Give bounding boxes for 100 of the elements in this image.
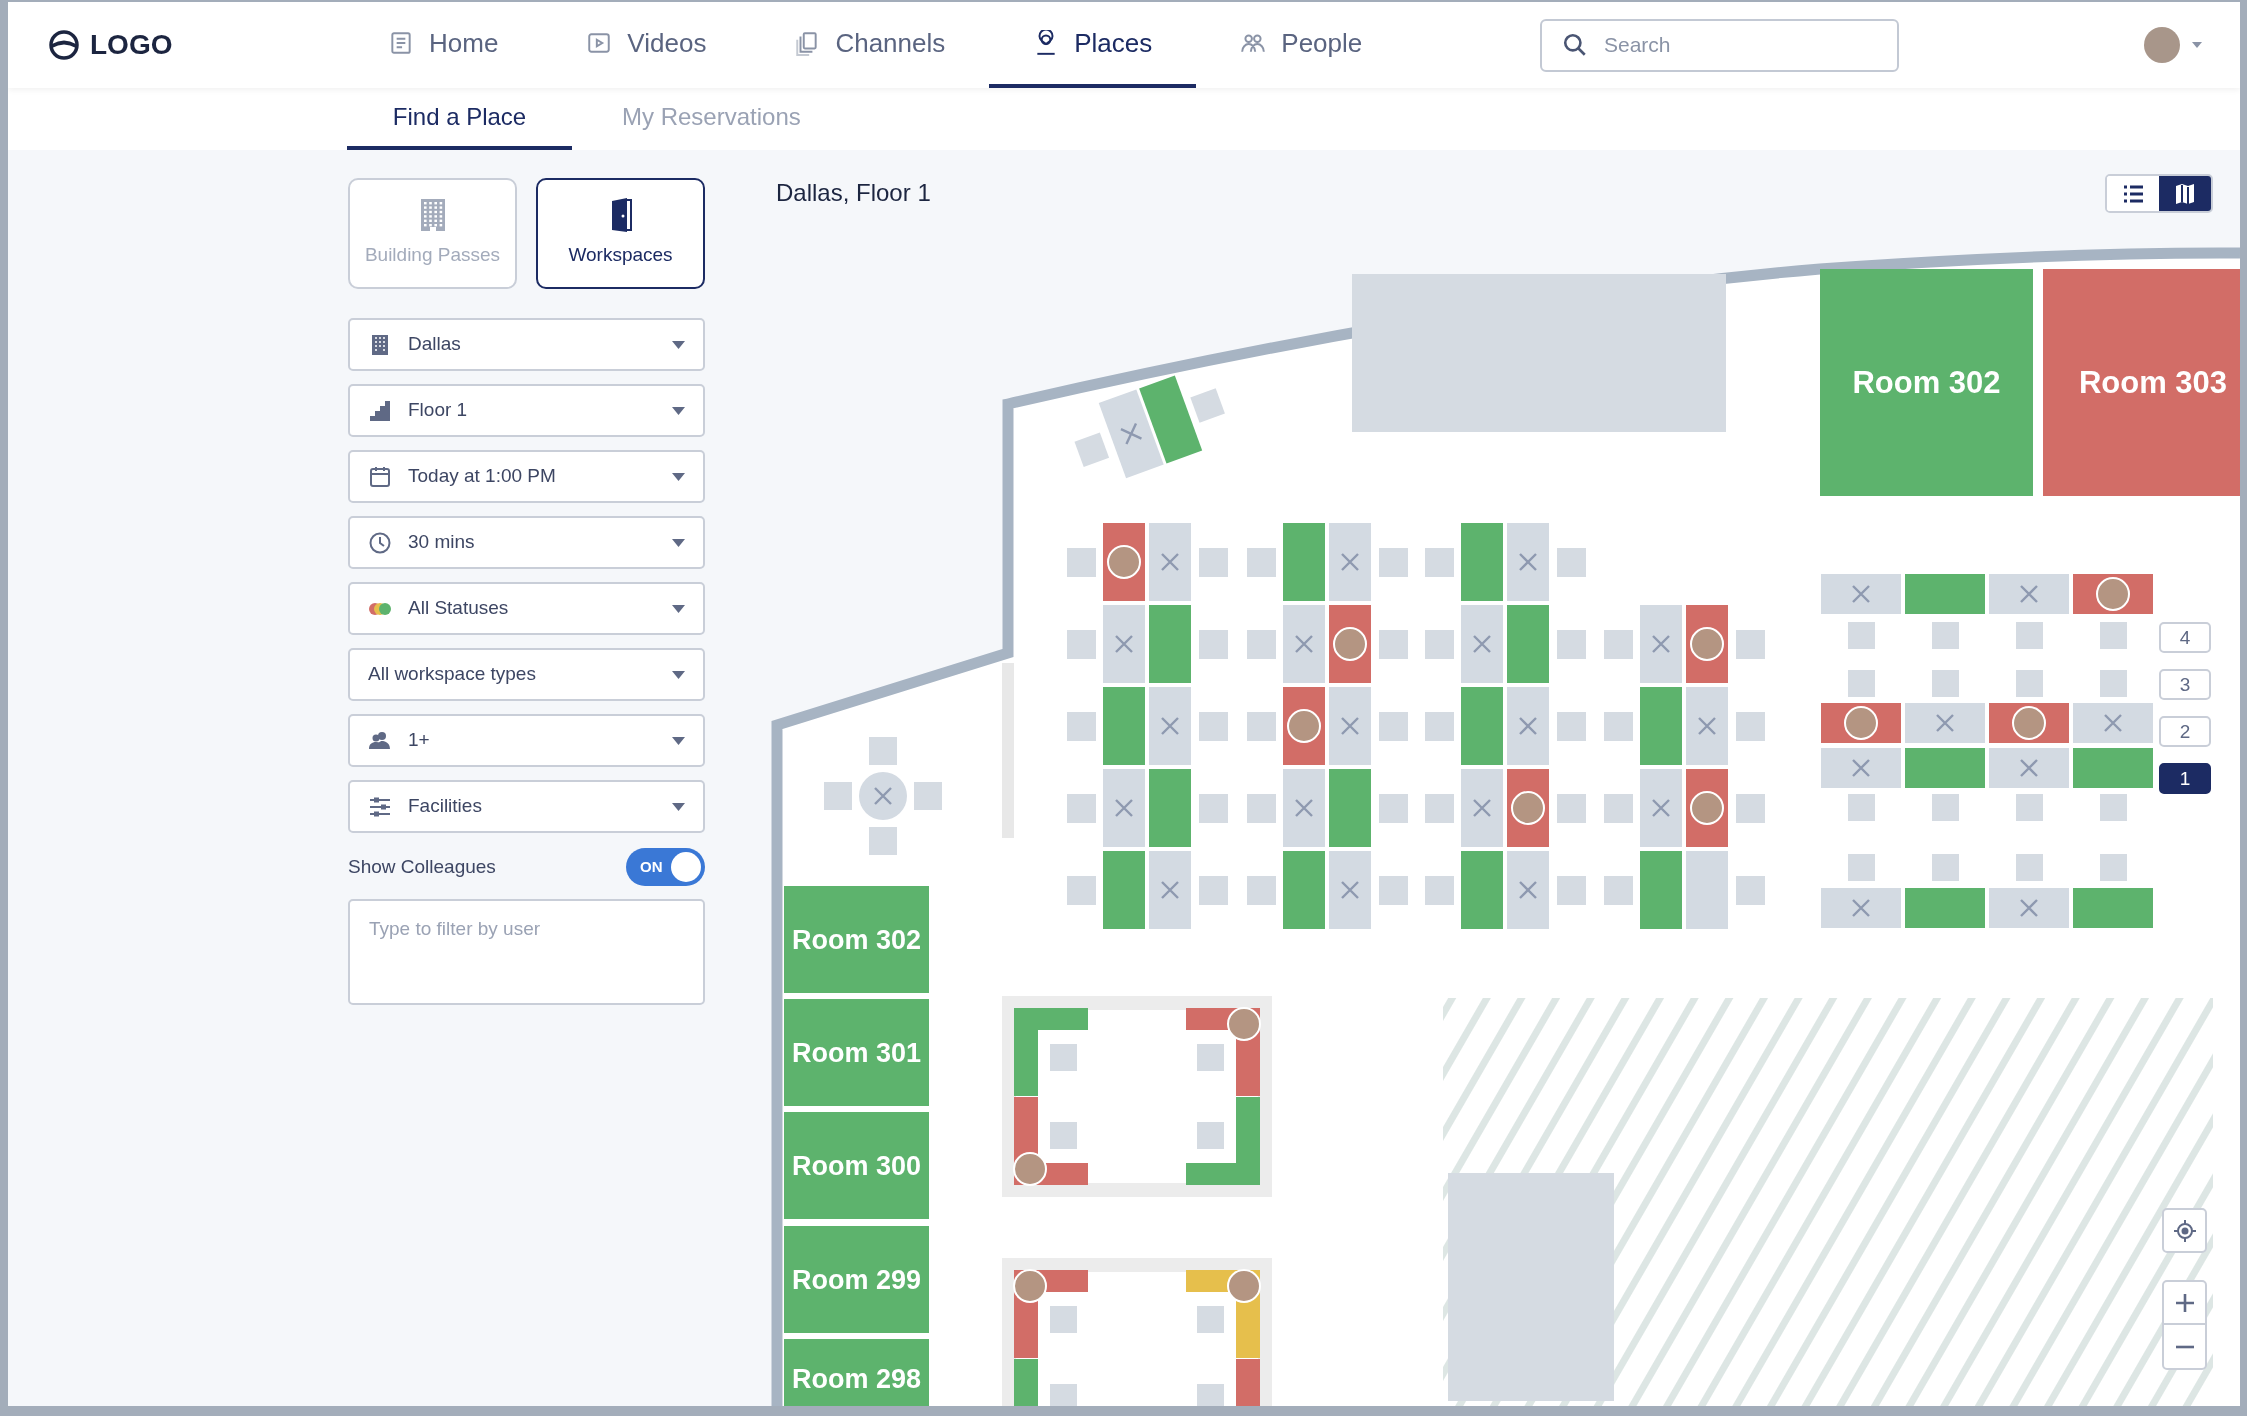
- desk[interactable]: [1186, 1097, 1260, 1185]
- locate-button[interactable]: [2162, 1208, 2207, 1253]
- floor-button[interactable]: 1: [2159, 763, 2211, 794]
- desk[interactable]: [1461, 769, 1503, 847]
- search-field[interactable]: Search: [1540, 18, 1899, 72]
- desk[interactable]: [1821, 888, 1901, 928]
- room-label: Room 302: [1852, 365, 2001, 401]
- user-avatar[interactable]: [2144, 27, 2180, 63]
- cross-icon: [1294, 798, 1314, 818]
- cross-icon: [1697, 716, 1717, 736]
- desk[interactable]: [1821, 748, 1901, 788]
- desk[interactable]: [1989, 748, 2069, 788]
- nav-tab[interactable]: People: [1196, 2, 1407, 88]
- show-colleagues-toggle[interactable]: ON: [626, 848, 705, 886]
- room[interactable]: [1820, 269, 2033, 496]
- chair: [1067, 630, 1096, 659]
- desk[interactable]: [1149, 523, 1191, 601]
- workspace-type-card[interactable]: Workspaces: [536, 178, 705, 289]
- desk[interactable]: [1329, 687, 1371, 765]
- filter-dropdown[interactable]: Facilities: [348, 780, 705, 833]
- chair: [1247, 712, 1276, 741]
- avatar: [1690, 791, 1724, 825]
- desk[interactable]: [1686, 687, 1728, 765]
- room[interactable]: [784, 886, 929, 993]
- desk[interactable]: [1507, 523, 1549, 601]
- desk[interactable]: [1461, 605, 1503, 683]
- chair: [1199, 630, 1228, 659]
- desk[interactable]: [1014, 1008, 1088, 1096]
- chair: [1379, 630, 1408, 659]
- chair: [1736, 876, 1765, 905]
- desk[interactable]: [1989, 574, 2069, 614]
- chair: [1067, 876, 1096, 905]
- calendar-icon: [368, 464, 392, 489]
- room[interactable]: [784, 1112, 929, 1219]
- desk[interactable]: [1640, 769, 1682, 847]
- filter-dropdown[interactable]: Dallas: [348, 318, 705, 371]
- floor-button[interactable]: 3: [2159, 669, 2211, 700]
- room[interactable]: [784, 1339, 929, 1406]
- room[interactable]: [784, 1226, 929, 1333]
- cross-icon: [1472, 634, 1492, 654]
- desk[interactable]: [1329, 851, 1371, 929]
- filter-dropdown[interactable]: 30 mins: [348, 516, 705, 569]
- chair: [1932, 794, 1959, 821]
- locate-icon: [2172, 1218, 2197, 1243]
- desk[interactable]: [1640, 605, 1682, 683]
- nav-tab[interactable]: Videos: [542, 2, 751, 88]
- desk[interactable]: [1103, 769, 1145, 847]
- floor-button[interactable]: 4: [2159, 622, 2211, 653]
- cross-icon: [2019, 584, 2039, 604]
- subtab[interactable]: Find a Place: [347, 88, 572, 150]
- filter-dropdown[interactable]: All Statuses: [348, 582, 705, 635]
- chair: [1247, 630, 1276, 659]
- cross-icon: [1851, 898, 1871, 918]
- desk[interactable]: [1283, 769, 1325, 847]
- filter-dropdown[interactable]: All workspace types: [348, 648, 705, 701]
- nav-tab[interactable]: Home: [344, 2, 543, 88]
- map-icon: [2173, 181, 2197, 206]
- avatar: [1690, 627, 1724, 661]
- chair: [1604, 712, 1633, 741]
- chair: [2100, 854, 2127, 881]
- chair: [1199, 548, 1228, 577]
- chair: [1067, 548, 1096, 577]
- room-label: Room 299: [792, 1264, 921, 1295]
- chair: [1736, 712, 1765, 741]
- chair: [1197, 1384, 1224, 1406]
- chair: [1050, 1306, 1077, 1333]
- chair: [1379, 876, 1408, 905]
- cross-icon: [1340, 716, 1360, 736]
- desk[interactable]: [1507, 687, 1549, 765]
- desk[interactable]: [1103, 605, 1145, 683]
- chair: [1199, 712, 1228, 741]
- map-view-button[interactable]: [2159, 176, 2211, 211]
- cross-icon: [1472, 798, 1492, 818]
- cross-icon: [1518, 880, 1538, 900]
- desk[interactable]: [1283, 605, 1325, 683]
- desk[interactable]: [1507, 851, 1549, 929]
- desk[interactable]: [1329, 523, 1371, 601]
- nav-tab[interactable]: Channels: [750, 2, 990, 88]
- desk[interactable]: [1905, 703, 1985, 743]
- room[interactable]: [2043, 269, 2240, 496]
- cross-icon: [1851, 758, 1871, 778]
- user-filter-field[interactable]: Type to filter by user: [348, 899, 705, 1005]
- filter-dropdown[interactable]: 1+: [348, 714, 705, 767]
- cross-icon: [1294, 634, 1314, 654]
- chair: [2016, 854, 2043, 881]
- caret-icon: [672, 340, 685, 349]
- desk[interactable]: [1821, 574, 1901, 614]
- chair: [2100, 794, 2127, 821]
- floor-button[interactable]: 2: [2159, 716, 2211, 747]
- caret-icon[interactable]: [2192, 42, 2202, 48]
- filter-dropdown[interactable]: Floor 1: [348, 384, 705, 437]
- desk[interactable]: [1149, 851, 1191, 929]
- caret-icon: [672, 670, 685, 679]
- filter-dropdown[interactable]: Today at 1:00 PM: [348, 450, 705, 503]
- desk[interactable]: [1989, 888, 2069, 928]
- desk[interactable]: [1149, 687, 1191, 765]
- caret-icon: [672, 802, 685, 811]
- desk[interactable]: [2073, 703, 2153, 743]
- avatar: [2012, 706, 2046, 740]
- room[interactable]: [784, 999, 929, 1106]
